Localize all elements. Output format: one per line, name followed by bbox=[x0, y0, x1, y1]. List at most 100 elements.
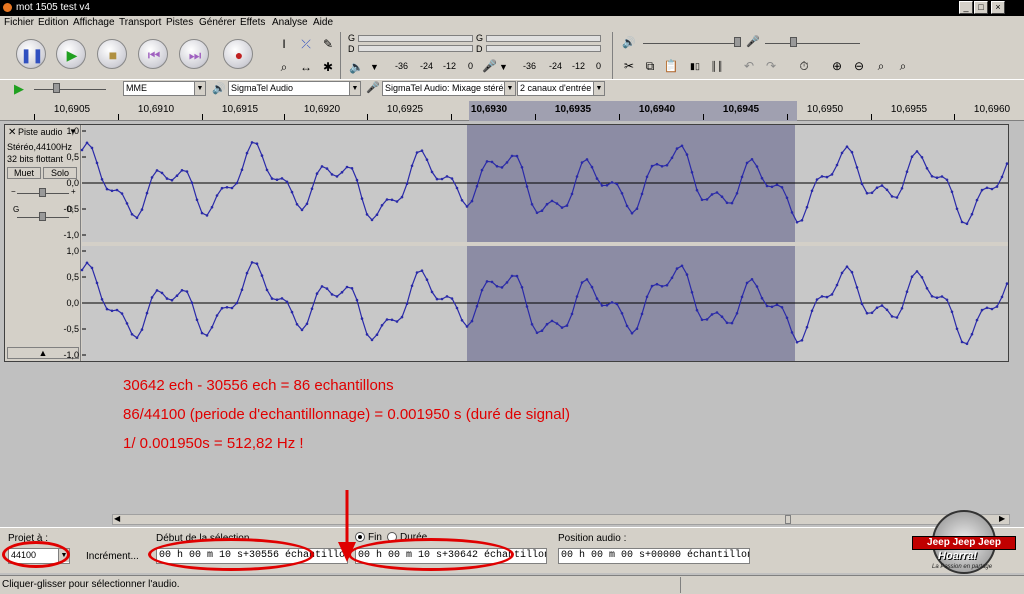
sample-dot bbox=[245, 151, 249, 155]
menu-generer[interactable]: Générer bbox=[199, 17, 236, 28]
chevron-down-icon[interactable]: ▼ bbox=[499, 62, 508, 72]
menu-fichier[interactable]: Fichier bbox=[4, 17, 34, 28]
menu-transport[interactable]: Transport bbox=[119, 17, 161, 28]
envelope-tool-icon[interactable]: ⤫ bbox=[297, 35, 315, 53]
sample-dot bbox=[80, 148, 84, 152]
copy-icon[interactable]: ⧉ bbox=[641, 57, 659, 75]
audio-position-field[interactable]: 00 h 00 m 00 s+00000 échantillons bbox=[558, 548, 750, 564]
play-speed-thumb[interactable] bbox=[53, 83, 60, 93]
sample-dot bbox=[265, 288, 269, 292]
cut-icon[interactable]: ✂ bbox=[620, 57, 638, 75]
close-button[interactable]: × bbox=[991, 1, 1005, 14]
sample-dot bbox=[965, 342, 969, 346]
draw-tool-icon[interactable]: ✎ bbox=[319, 35, 337, 53]
minimize-button[interactable]: _ bbox=[959, 1, 973, 14]
scroll-left-icon[interactable]: ◀ bbox=[114, 514, 120, 523]
zoom-out-icon[interactable]: ⊖ bbox=[850, 57, 868, 75]
close-track-icon[interactable]: ✕ bbox=[8, 127, 16, 138]
skip-end-button[interactable]: ⏭ bbox=[179, 39, 209, 69]
menu-analyse[interactable]: Analyse bbox=[272, 17, 308, 28]
zoom-tool-icon[interactable]: ⌕ bbox=[275, 58, 293, 76]
sample-dot bbox=[595, 177, 599, 180]
menu-pistes[interactable]: Pistes bbox=[166, 17, 193, 28]
sample-dot bbox=[765, 184, 769, 188]
sample-dot bbox=[380, 204, 384, 207]
stop-button[interactable]: ■ bbox=[97, 39, 127, 69]
channels-select[interactable]: 2 canaux d'entrée ▼ bbox=[517, 81, 605, 96]
menu-edition[interactable]: Edition bbox=[38, 17, 69, 28]
sample-dot bbox=[505, 161, 509, 164]
ruler-tick-label: 10,6930 bbox=[470, 104, 508, 115]
timeshift-tool-icon[interactable]: ↔ bbox=[297, 58, 315, 76]
sample-dot bbox=[290, 190, 294, 194]
ruler-tick-label: 10,6915 bbox=[221, 104, 259, 115]
sample-dot bbox=[790, 331, 794, 334]
sample-dot bbox=[700, 318, 704, 322]
chevron-down-icon[interactable]: ▼ bbox=[370, 62, 379, 72]
sample-dot bbox=[765, 304, 769, 308]
input-device-select[interactable]: SigmaTel Audio: Mixage stéréo ▼ bbox=[382, 81, 516, 96]
waveform-area[interactable]: 1,0 0,5 0,0 -0,5 -1,0 1,0 0,5 0,0 -0,5 -1,0 bbox=[63, 125, 1009, 361]
sample-dot bbox=[695, 308, 699, 312]
host-select[interactable]: MME ▼ bbox=[123, 81, 206, 96]
sample-dot bbox=[860, 302, 864, 306]
sample-dot bbox=[755, 285, 759, 288]
sample-dot bbox=[840, 151, 844, 155]
sample-dot bbox=[195, 198, 199, 202]
input-meter-left bbox=[486, 35, 601, 42]
play-at-speed-icon[interactable]: ▶ bbox=[14, 81, 24, 97]
pause-button[interactable]: ❚❚ bbox=[16, 39, 46, 69]
sample-dot bbox=[680, 144, 684, 148]
selection-tool-icon[interactable]: I bbox=[275, 35, 293, 53]
multi-tool-icon[interactable]: ✱ bbox=[319, 58, 337, 76]
input-volume-thumb[interactable] bbox=[790, 37, 797, 47]
out-tick: -36 bbox=[395, 61, 409, 71]
input-volume-slider[interactable] bbox=[765, 43, 860, 44]
output-device-select[interactable]: SigmaTel Audio ▼ bbox=[228, 81, 361, 96]
scroll-thumb[interactable] bbox=[785, 515, 791, 524]
sample-dot bbox=[670, 156, 674, 160]
play-speed-slider[interactable] bbox=[34, 89, 106, 90]
redo-icon[interactable]: ↷ bbox=[762, 57, 780, 75]
menu-aide[interactable]: Aide bbox=[313, 17, 333, 28]
output-volume-thumb[interactable] bbox=[734, 37, 741, 47]
sample-dot bbox=[865, 311, 869, 315]
record-button[interactable]: ● bbox=[223, 39, 253, 69]
undo-icon[interactable]: ↶ bbox=[740, 57, 758, 75]
track-name[interactable]: Piste audio bbox=[18, 127, 63, 137]
fit-selection-icon[interactable]: ⌕ bbox=[872, 57, 890, 75]
pan-thumb[interactable] bbox=[39, 212, 46, 221]
ruler-tick-label: 10,6905 bbox=[53, 104, 91, 115]
menu-effets[interactable]: Effets bbox=[240, 17, 265, 28]
sample-dot bbox=[760, 176, 764, 180]
microphone-meter-icon[interactable]: 🎤 bbox=[482, 59, 497, 73]
output-volume-slider[interactable] bbox=[643, 43, 738, 44]
sample-dot bbox=[95, 161, 99, 165]
gain-thumb[interactable] bbox=[39, 188, 46, 197]
trim-icon[interactable]: ▮▯ bbox=[686, 57, 704, 75]
sample-dot bbox=[365, 333, 369, 336]
sample-dot bbox=[280, 177, 284, 180]
sample-dot bbox=[355, 298, 359, 302]
fit-project-icon[interactable]: ⌕ bbox=[894, 57, 912, 75]
sample-dot bbox=[530, 203, 534, 206]
sample-dot bbox=[295, 203, 299, 206]
skip-start-button[interactable]: ⏮ bbox=[138, 39, 168, 69]
menu-affichage[interactable]: Affichage bbox=[73, 17, 115, 28]
sample-dot bbox=[630, 331, 634, 335]
sample-dot bbox=[305, 322, 309, 326]
zoom-in-icon[interactable]: ⊕ bbox=[828, 57, 846, 75]
speaker-meter-icon[interactable]: 🔈 bbox=[349, 60, 364, 74]
sync-lock-icon[interactable]: ⏱ bbox=[795, 57, 813, 75]
sample-dot bbox=[855, 166, 859, 169]
maximize-button[interactable]: □ bbox=[974, 1, 988, 14]
sample-dot bbox=[565, 204, 569, 207]
mute-button[interactable]: Muet bbox=[7, 167, 41, 179]
silence-icon[interactable]: ║║ bbox=[708, 57, 726, 75]
paste-icon[interactable]: 📋 bbox=[662, 57, 680, 75]
sample-dot bbox=[680, 264, 684, 268]
play-button[interactable]: ▶ bbox=[56, 39, 86, 69]
horizontal-scrollbar[interactable]: ◀ ▶ bbox=[112, 514, 1010, 525]
separator bbox=[340, 32, 341, 80]
sample-dot bbox=[775, 183, 779, 187]
